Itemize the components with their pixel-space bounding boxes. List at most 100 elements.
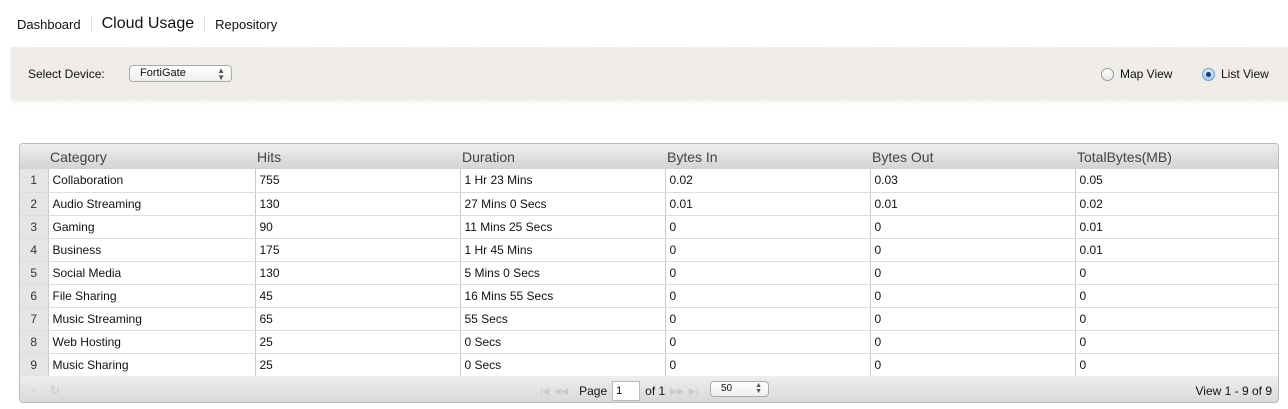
column-header-hits[interactable]: Hits bbox=[255, 144, 460, 169]
table-row[interactable]: 4 Business 175 1 Hr 45 Mins 0 0 0.01 bbox=[20, 238, 1278, 262]
table-cell: 0 bbox=[665, 330, 871, 354]
list-view-radio[interactable]: List View bbox=[1202, 67, 1269, 81]
next-page-icon[interactable]: ▶▶ bbox=[670, 386, 684, 397]
page-size-value: 50 bbox=[721, 383, 733, 394]
device-select[interactable]: FortiGate ▲ ▼ bbox=[129, 65, 232, 82]
table-cell: 0 bbox=[665, 307, 871, 331]
nav-divider bbox=[204, 17, 206, 31]
table-cell: 0 bbox=[1075, 330, 1278, 354]
row-number: 3 bbox=[20, 215, 49, 239]
table-cell: 175 bbox=[255, 238, 461, 262]
row-number: 8 bbox=[20, 330, 49, 354]
column-header-bytes-out[interactable]: Bytes Out bbox=[870, 144, 1075, 169]
table-cell: 0 bbox=[1075, 284, 1278, 308]
nav-dashboard[interactable]: Dashboard bbox=[17, 17, 81, 32]
row-number: 7 bbox=[20, 307, 49, 331]
table-cell: Music Streaming bbox=[48, 307, 256, 331]
nav-divider bbox=[90, 17, 92, 31]
row-number: 5 bbox=[20, 261, 49, 285]
table-cell: 65 bbox=[255, 307, 461, 331]
radio-selected-icon bbox=[1202, 67, 1215, 81]
table-cell: 0 bbox=[870, 330, 1076, 354]
table-row[interactable]: 9 Music Sharing 25 0 Secs 0 0 0 bbox=[20, 353, 1278, 377]
radio-icon bbox=[1101, 67, 1114, 81]
table-cell: 11 Mins 25 Secs bbox=[460, 215, 666, 239]
row-number: 2 bbox=[20, 192, 49, 216]
table-cell: Music Sharing bbox=[48, 353, 256, 377]
table-cell: 0.01 bbox=[665, 192, 871, 216]
pager: |◀ ◀◀ Page of 1 ▶▶ ▶| bbox=[540, 381, 698, 401]
row-number: 1 bbox=[20, 169, 49, 193]
table-row[interactable]: 1 Collaboration 755 1 Hr 23 Mins 0.02 0.03 0.0… bbox=[20, 169, 1278, 193]
grid-footer: ⌕ ↻ |◀ ◀◀ Page of 1 ▶▶ ▶| 50 ▲▼ View 1 - … bbox=[20, 376, 1278, 402]
table-cell: 90 bbox=[255, 215, 461, 239]
table-cell: 0 bbox=[870, 215, 1076, 239]
select-arrows-icon: ▲ ▼ bbox=[217, 66, 225, 82]
page-input[interactable] bbox=[612, 381, 641, 401]
table-cell: 0 bbox=[665, 353, 871, 377]
first-page-icon[interactable]: |◀ bbox=[540, 386, 549, 397]
table-cell: 0 bbox=[870, 238, 1076, 262]
table-row[interactable]: 3 Gaming 90 11 Mins 25 Secs 0 0 0.01 bbox=[20, 215, 1278, 239]
view-range-text: View 1 - 9 of 9 bbox=[1195, 384, 1273, 398]
last-page-icon[interactable]: ▶| bbox=[689, 386, 698, 397]
table-cell: 16 Mins 55 Secs bbox=[460, 284, 666, 308]
table-cell: 755 bbox=[255, 169, 461, 193]
refresh-icon[interactable]: ↻ bbox=[50, 383, 60, 397]
table-row[interactable]: 6 File Sharing 45 16 Mins 55 Secs 0 0 0 bbox=[20, 284, 1278, 308]
table-row[interactable]: 2 Audio Streaming 130 27 Mins 0 Secs 0.01 0.0… bbox=[20, 192, 1278, 216]
usage-grid: Category Hits Duration Bytes In Bytes Out Tot… bbox=[19, 143, 1279, 403]
table-cell: 25 bbox=[255, 353, 461, 377]
table-cell: 0.03 bbox=[870, 169, 1076, 193]
map-view-label: Map View bbox=[1120, 67, 1173, 81]
rownum-header bbox=[20, 144, 48, 169]
table-cell: 0 Secs bbox=[460, 353, 666, 377]
column-header-bytes-in[interactable]: Bytes In bbox=[665, 144, 870, 169]
column-header-totalbytes-mb[interactable]: TotalBytes(MB) bbox=[1075, 144, 1278, 169]
table-row[interactable]: 5 Social Media 130 5 Mins 0 Secs 0 0 0 bbox=[20, 261, 1278, 285]
table-cell: 0 bbox=[665, 261, 871, 285]
table-cell: 0 bbox=[1075, 261, 1278, 285]
page-label: Page bbox=[579, 384, 608, 398]
table-cell: File Sharing bbox=[48, 284, 256, 308]
filter-toolbar: Select Device: FortiGate ▲ ▼ Map View List… bbox=[11, 47, 1288, 100]
table-cell: 5 Mins 0 Secs bbox=[460, 261, 666, 285]
table-cell: Collaboration bbox=[48, 169, 256, 193]
table-row[interactable]: 7 Music Streaming 65 55 Secs 0 0 0 bbox=[20, 307, 1278, 331]
select-device-label: Select Device: bbox=[28, 67, 105, 81]
table-cell: 0 bbox=[665, 284, 871, 308]
table-cell: 0.01 bbox=[870, 192, 1076, 216]
page-count: of 1 bbox=[645, 384, 666, 398]
column-header-category[interactable]: Category bbox=[48, 144, 255, 169]
table-cell: 0 bbox=[870, 307, 1076, 331]
nav-cloud-usage[interactable]: Cloud Usage bbox=[102, 15, 195, 33]
table-cell: 0 bbox=[870, 284, 1076, 308]
table-row[interactable]: 8 Web Hosting 25 0 Secs 0 0 0 bbox=[20, 330, 1278, 354]
table-cell: 1 Hr 23 Mins bbox=[460, 169, 666, 193]
row-number: 6 bbox=[20, 284, 49, 308]
usage-table: Category Hits Duration Bytes In Bytes Out Tot… bbox=[20, 144, 1278, 377]
table-cell: 45 bbox=[255, 284, 461, 308]
prev-page-icon[interactable]: ◀◀ bbox=[554, 386, 568, 397]
table-cell: 0.01 bbox=[1075, 238, 1278, 262]
table-cell: 0 bbox=[1075, 353, 1278, 377]
table-cell: 130 bbox=[255, 192, 461, 216]
table-cell: 0.01 bbox=[1075, 215, 1278, 239]
table-cell: Gaming bbox=[48, 215, 256, 239]
nav-repository[interactable]: Repository bbox=[215, 17, 277, 32]
table-cell: 0 bbox=[870, 353, 1076, 377]
table-cell: 0.02 bbox=[1075, 192, 1278, 216]
search-icon[interactable]: ⌕ bbox=[30, 383, 37, 398]
table-cell: 0 bbox=[665, 215, 871, 239]
table-cell: 130 bbox=[255, 261, 461, 285]
page-size-select[interactable]: 50 ▲ ▼ bbox=[710, 381, 769, 397]
row-number: 4 bbox=[20, 238, 49, 262]
list-view-label: List View bbox=[1221, 67, 1269, 81]
table-cell: 0.02 bbox=[665, 169, 871, 193]
table-cell: 0 bbox=[1075, 307, 1278, 331]
table-cell: 1 Hr 45 Mins bbox=[460, 238, 666, 262]
column-header-duration[interactable]: Duration bbox=[460, 144, 665, 169]
table-cell: Audio Streaming bbox=[48, 192, 256, 216]
map-view-radio[interactable]: Map View bbox=[1101, 67, 1172, 81]
table-cell: Web Hosting bbox=[48, 330, 256, 354]
